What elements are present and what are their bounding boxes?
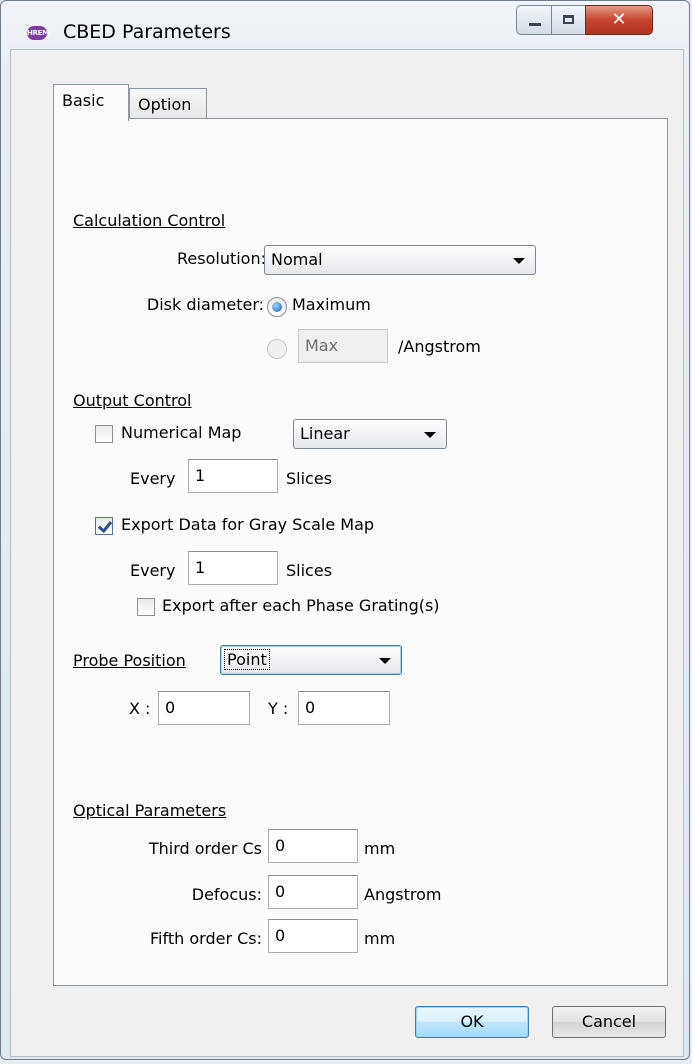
chevron-down-icon (379, 658, 391, 664)
numerical-map-checkbox[interactable] (95, 425, 113, 443)
calculation-control-heading: Calculation Control (73, 211, 226, 230)
resolution-select[interactable]: Nomal (264, 245, 536, 275)
chevron-down-icon (424, 432, 436, 438)
minimize-icon (529, 23, 541, 26)
third-order-cs-label: Third order Cs (148, 839, 262, 858)
disk-custom-radio[interactable] (267, 339, 287, 359)
fifth-order-cs-label: Fifth order Cs: (150, 929, 262, 948)
disk-custom-input[interactable]: Max (298, 329, 388, 363)
phase-grating-checkbox[interactable] (137, 598, 155, 616)
disk-maximum-label: Maximum (292, 295, 371, 314)
output-control-heading: Output Control (73, 391, 192, 410)
tab-option[interactable]: Option (129, 88, 207, 122)
numerical-every-input[interactable]: 1 (188, 459, 278, 493)
probe-mode-value: Point (224, 649, 270, 670)
defocus-unit: Angstrom (364, 885, 442, 904)
map-scale-select[interactable]: Linear (293, 419, 447, 449)
y-label: Y : (268, 699, 289, 718)
dialog-client-area: Basic Option Calculation Control Resolut… (10, 49, 684, 1057)
gray-every-input[interactable]: 1 (188, 551, 278, 585)
cancel-button[interactable]: Cancel (552, 1006, 666, 1038)
probe-position-heading: Probe Position (73, 651, 186, 670)
dialog-window: HREM CBED Parameters ✕ Basic Option Calc… (0, 0, 690, 1060)
ok-button[interactable]: OK (415, 1006, 529, 1038)
minimize-button[interactable] (516, 5, 552, 35)
slices-label: Slices (286, 561, 333, 580)
disk-diameter-label: Disk diameter: (146, 295, 264, 314)
fifth-order-cs-input[interactable]: 0 (268, 919, 358, 953)
phase-grating-label: Export after each Phase Grating(s) (162, 596, 440, 615)
app-icon: HREM (27, 26, 49, 40)
resolution-value: Nomal (271, 250, 323, 269)
optical-parameters-heading: Optical Parameters (73, 801, 227, 820)
close-icon: ✕ (611, 9, 627, 30)
probe-x-input[interactable]: 0 (158, 691, 250, 725)
x-label: X : (129, 699, 151, 718)
probe-y-input[interactable]: 0 (298, 691, 390, 725)
window-title: CBED Parameters (63, 21, 231, 43)
defocus-input[interactable]: 0 (268, 875, 358, 909)
map-scale-value: Linear (300, 424, 350, 443)
tab-basic[interactable]: Basic (53, 84, 129, 121)
fifth-order-cs-unit: mm (364, 929, 396, 948)
resolution-label: Resolution: (177, 249, 266, 268)
defocus-label: Defocus: (191, 885, 262, 904)
maximize-icon (563, 15, 574, 24)
probe-mode-select[interactable]: Point (220, 645, 402, 675)
maximize-button[interactable] (551, 5, 586, 35)
tab-panel-basic: Calculation Control Resolution: Nomal Di… (53, 118, 668, 986)
numerical-map-label: Numerical Map (121, 423, 242, 442)
third-order-cs-input[interactable]: 0 (268, 829, 358, 863)
every-label: Every (130, 469, 176, 488)
gray-scale-label: Export Data for Gray Scale Map (121, 515, 375, 534)
title-bar[interactable]: HREM CBED Parameters ✕ (1, 1, 689, 49)
every-label: Every (130, 561, 176, 580)
third-order-cs-unit: mm (364, 839, 396, 858)
chevron-down-icon (513, 258, 525, 264)
slices-label: Slices (286, 469, 333, 488)
gray-scale-checkbox[interactable] (95, 517, 113, 535)
disk-unit-label: /Angstrom (398, 337, 481, 356)
close-button[interactable]: ✕ (585, 5, 653, 35)
disk-maximum-radio[interactable] (267, 297, 287, 317)
